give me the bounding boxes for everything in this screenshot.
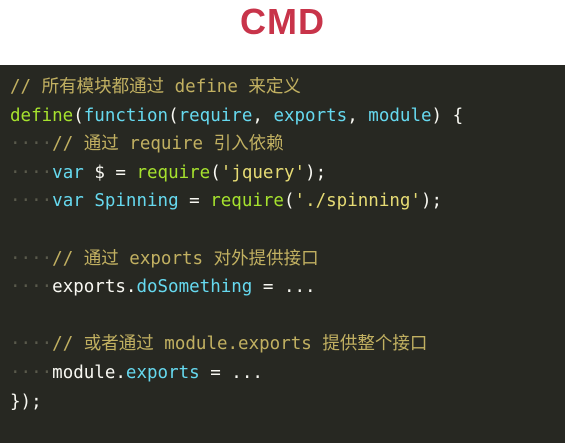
code-token: define	[10, 105, 74, 126]
code-token: );	[420, 191, 443, 212]
indent-guide: ····	[10, 134, 53, 155]
code-line: ····// 通过 exports 对外提供接口	[10, 245, 558, 274]
code-token: $	[94, 162, 105, 183]
code-token: ,	[252, 105, 274, 126]
indent-guide: ····	[10, 191, 53, 212]
code-token: =	[178, 191, 211, 212]
code-editor[interactable]: // 所有模块都通过 define 来定义 define(function(req…	[0, 65, 565, 443]
page-title: CMD	[240, 1, 325, 42]
code-line: ····// 或者通过 module.exports 提供整个接口	[10, 330, 558, 359]
page: CMD // 所有模块都通过 define 来定义 define(function…	[0, 0, 565, 443]
code-token: });	[10, 391, 42, 412]
code-token: // 通过 require 引入依赖	[52, 134, 284, 155]
code-token: require	[210, 191, 284, 212]
code-token: require	[178, 105, 253, 126]
code-token: exports	[273, 105, 348, 126]
code-token: var	[52, 191, 84, 212]
code-token: ,	[347, 105, 369, 126]
code-line: ····var $ = require('jquery');	[10, 159, 558, 188]
code-token: // 通过 exports 对外提供接口	[52, 248, 319, 269]
code-token: function	[83, 105, 169, 126]
code-token: (	[283, 191, 295, 212]
code-line: ····// 通过 require 引入依赖	[10, 130, 558, 159]
code-token: );	[305, 162, 327, 183]
code-token: './spinning'	[294, 191, 421, 212]
code-line: ····module.exports = ...	[10, 359, 558, 388]
code-token: module	[368, 105, 432, 126]
code-token: (	[73, 105, 84, 126]
code-token: = ...	[252, 277, 316, 298]
code-token: 'jquery'	[220, 162, 306, 183]
code-token: Spinning	[94, 191, 179, 212]
code-line: });	[10, 388, 558, 417]
code-token: module.	[52, 362, 126, 383]
indent-guide: ····	[10, 162, 53, 183]
code-line: define(function(require, exports, module…	[10, 102, 558, 131]
code-token: // 或者通过 module.exports 提供整个接口	[52, 334, 428, 355]
indent-guide: ····	[10, 334, 53, 355]
code-block: // 所有模块都通过 define 来定义 define(function(req…	[10, 73, 558, 416]
code-token: // 所有模块都通过 define 来定义	[10, 77, 301, 97]
indent-guide: ····	[10, 277, 53, 298]
code-line: ····var Spinning = require('./spinning')…	[10, 187, 558, 216]
code-token: exports.	[52, 277, 137, 298]
code-token: (	[210, 162, 221, 183]
code-token: var	[52, 162, 84, 183]
code-line: // 所有模块都通过 define 来定义	[10, 73, 558, 102]
indent-guide: ····	[10, 362, 53, 383]
code-token: doSomething	[136, 277, 253, 298]
indent-guide: ····	[10, 248, 53, 269]
code-line: ····exports.doSomething = ...	[10, 273, 558, 302]
code-token: require	[136, 162, 211, 183]
code-token: exports	[125, 362, 200, 383]
code-token: (	[168, 105, 179, 126]
code-token: ) {	[431, 105, 464, 126]
code-token: =	[104, 162, 137, 183]
code-token: = ...	[199, 362, 263, 383]
